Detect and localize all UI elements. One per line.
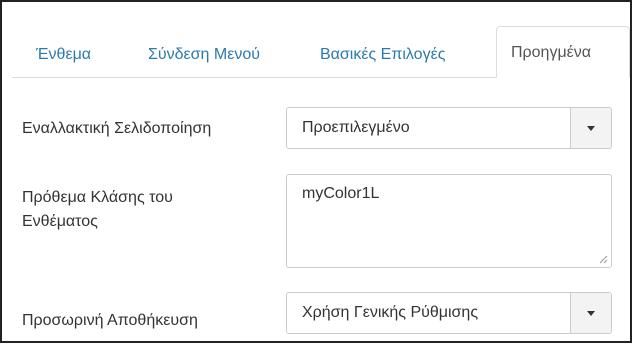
- chevron-down-icon: [587, 311, 595, 316]
- caching-value: Χρήση Γενικής Ρύθμισης: [302, 304, 479, 321]
- caching-label: Προσωρινή Αποθήκευση: [22, 312, 198, 329]
- alt-layout-select[interactable]: Προεπιλεγμένο: [286, 107, 612, 149]
- alt-layout-value: Προεπιλεγμένο: [302, 119, 410, 136]
- resize-grip-icon[interactable]: [598, 254, 608, 264]
- caching-dropdown-button[interactable]: [570, 293, 611, 333]
- caching-select[interactable]: Χρήση Γενικής Ρύθμισης: [286, 292, 612, 334]
- tab-basic-options[interactable]: Βασικές Επιλογές: [320, 33, 445, 77]
- module-class-suffix-value: myColor1L: [302, 185, 380, 202]
- tab-advanced[interactable]: Προηγμένα: [496, 26, 630, 78]
- tab-module[interactable]: Ένθεμα: [36, 33, 91, 77]
- module-class-suffix-textarea[interactable]: myColor1L: [286, 174, 612, 268]
- tab-menu-assignment[interactable]: Σύνδεση Μενού: [148, 33, 260, 77]
- chevron-down-icon: [587, 126, 595, 131]
- alt-layout-dropdown-button[interactable]: [570, 108, 611, 148]
- module-class-suffix-label: Πρόθεμα Κλάσης του Ενθέματος: [22, 189, 173, 230]
- advanced-options-panel: Ένθεμα Σύνδεση Μενού Βασικές Επιλογές Πρ…: [0, 0, 632, 343]
- alt-layout-label: Εναλλακτική Σελιδοποίηση: [22, 120, 212, 137]
- tab-bar: Ένθεμα Σύνδεση Μενού Βασικές Επιλογές Πρ…: [2, 2, 630, 78]
